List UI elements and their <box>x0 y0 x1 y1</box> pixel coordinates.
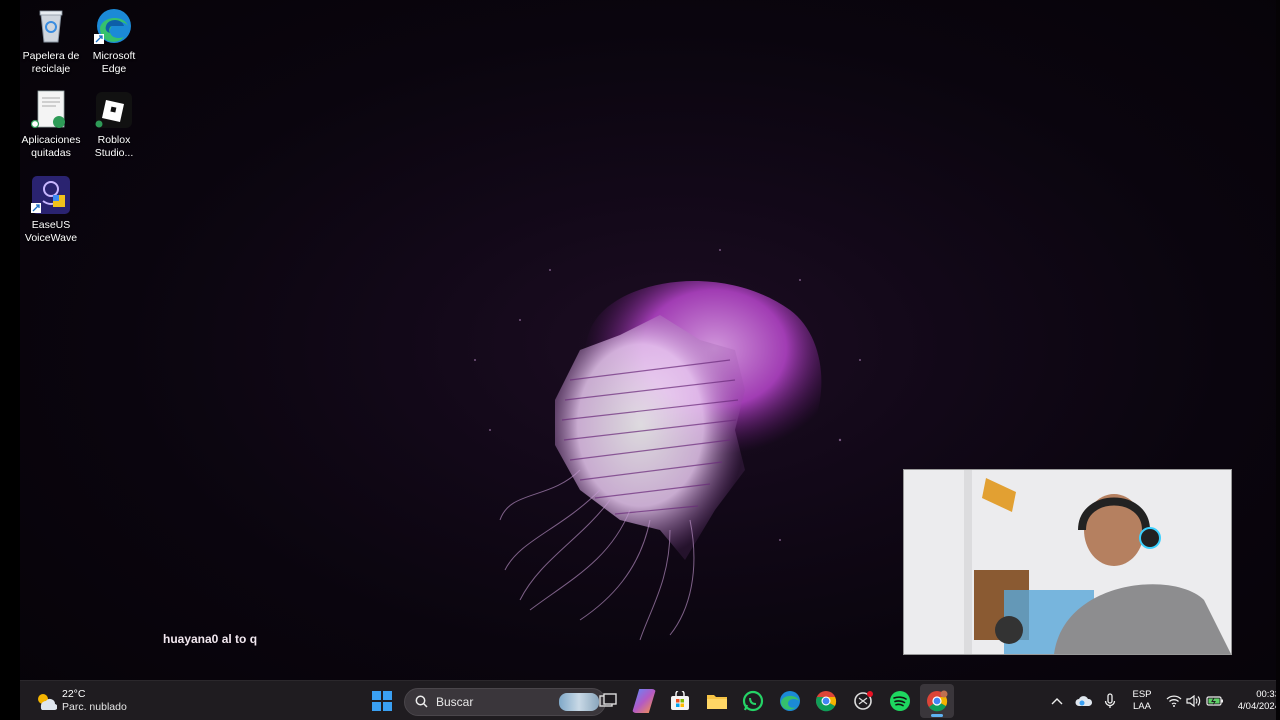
right-edge <box>1276 0 1280 720</box>
show-hidden-icons-button[interactable] <box>1048 681 1066 720</box>
left-letterbox <box>0 0 20 720</box>
wifi-icon <box>1166 695 1182 707</box>
desktop-icon-label: EaseUS VoiceWave <box>24 219 78 244</box>
desktop-icon-roblox-studio[interactable]: Roblox Studio... <box>82 90 146 160</box>
desktop-icon-microsoft-edge[interactable]: Microsoft Edge <box>82 6 146 76</box>
battery-charging-icon <box>1206 696 1223 706</box>
windows-logo-icon <box>372 691 392 711</box>
search-placeholder: Buscar <box>436 695 474 709</box>
speaker-icon <box>1186 695 1201 707</box>
clock-time: 00:33 <box>1256 689 1280 700</box>
task-view-icon <box>599 693 617 707</box>
network-button[interactable] <box>1164 681 1184 720</box>
chrome-icon <box>816 691 837 712</box>
task-view-button[interactable] <box>596 681 620 720</box>
search-highlight-icon <box>559 693 599 711</box>
weather-description[interactable]: Parc. nublado <box>62 701 127 713</box>
language-code: ESP <box>1132 689 1152 700</box>
edge-taskbar-button[interactable] <box>778 681 802 720</box>
file-explorer-button[interactable] <box>705 681 729 720</box>
roblox-studio-icon <box>94 90 134 130</box>
chrome-profile-icon <box>927 690 948 712</box>
spotify-icon <box>890 691 910 711</box>
stream-chat-caption: huayana0 al to q <box>163 632 258 646</box>
store-icon <box>671 691 689 710</box>
recycle-bin-icon <box>31 6 71 46</box>
desktop-icon-recycle-bin[interactable]: Papelera de reciclaje <box>20 6 83 76</box>
edge-icon <box>94 6 134 46</box>
chevron-up-icon <box>1051 698 1063 705</box>
desktop-icon-label: Papelera de reciclaje <box>22 50 80 75</box>
volume-button[interactable] <box>1184 681 1204 720</box>
input-language-indicator[interactable]: ESP LAA <box>1128 689 1156 713</box>
microphone-icon <box>1104 693 1116 708</box>
taskbar-search[interactable]: Buscar <box>404 688 606 716</box>
copilot-icon <box>632 689 656 713</box>
desktop-icon-removed-apps[interactable]: Aplicaciones quitadas <box>20 90 83 160</box>
copilot-button[interactable] <box>632 681 656 720</box>
document-icon <box>30 90 71 130</box>
search-icon <box>415 695 428 708</box>
edge-icon <box>780 691 800 711</box>
desktop-icon-easeus-voicewave[interactable]: EaseUS VoiceWave <box>20 175 83 245</box>
desktop-icon-label: Microsoft Edge <box>92 50 136 75</box>
weather-temperature[interactable]: 22°C <box>62 688 85 700</box>
taskbar: 22°C Parc. nublado Buscar ESP LAA 00:33 … <box>20 680 1280 720</box>
weather-icon[interactable] <box>34 681 58 720</box>
voicewave-icon <box>31 175 71 215</box>
webcam-overlay <box>903 469 1232 655</box>
battery-button[interactable] <box>1204 681 1226 720</box>
chatgpt-icon <box>854 691 873 710</box>
onedrive-button[interactable] <box>1074 681 1094 720</box>
microphone-button[interactable] <box>1100 681 1120 720</box>
start-button[interactable] <box>370 681 394 720</box>
clock-date: 4/04/2024 <box>1237 701 1280 712</box>
keyboard-layout: LAA <box>1133 701 1151 712</box>
desktop-icon-label: Roblox Studio... <box>94 134 134 159</box>
openai-app-button[interactable] <box>851 681 875 720</box>
store-button[interactable] <box>668 681 692 720</box>
cloud-icon <box>1075 696 1093 706</box>
desktop-icon-label: Aplicaciones quitadas <box>21 134 81 159</box>
desktop: Papelera de reciclaje Microsoft Edge Apl… <box>20 0 1280 720</box>
whatsapp-icon <box>742 690 764 712</box>
folder-icon <box>707 695 727 709</box>
clock[interactable]: 00:33 4/04/2024 <box>1232 689 1280 713</box>
jellyfish-wallpaper <box>474 249 861 641</box>
chrome-profile-button[interactable] <box>920 684 954 718</box>
spotify-button[interactable] <box>888 681 912 720</box>
chrome-button[interactable] <box>814 681 838 720</box>
whatsapp-button[interactable] <box>741 681 765 720</box>
active-indicator <box>931 714 943 717</box>
